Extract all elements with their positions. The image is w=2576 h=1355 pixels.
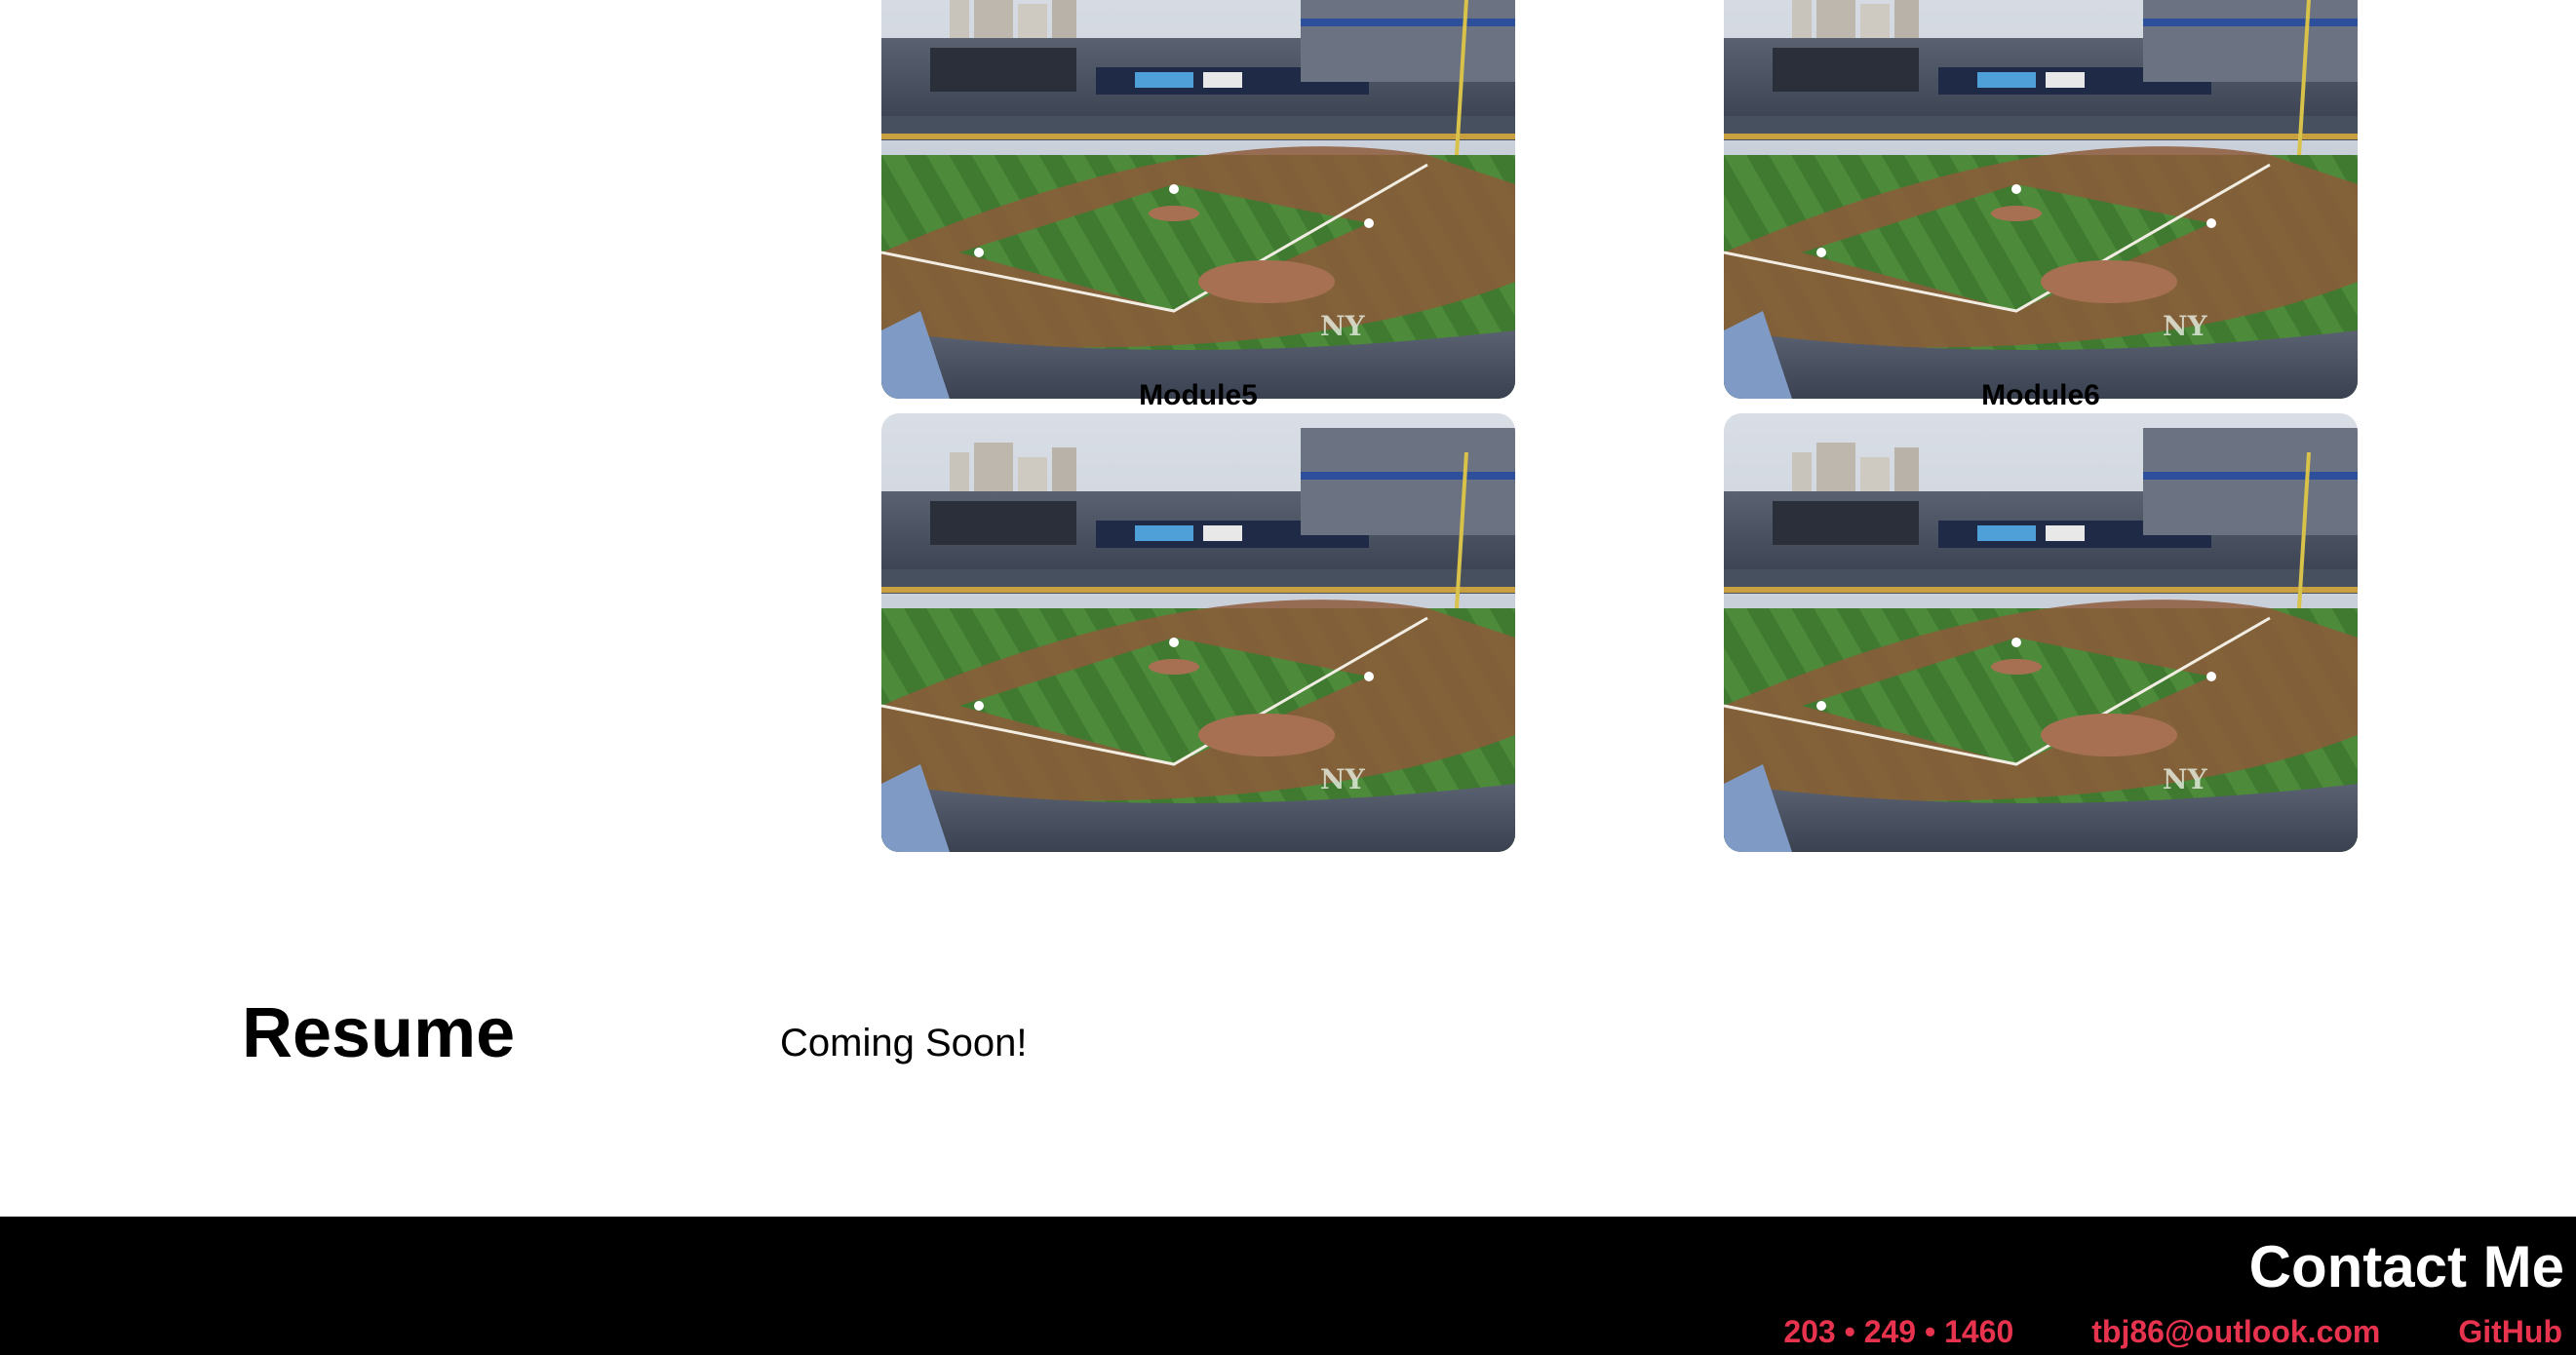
module-image[interactable]: NY (1724, 413, 2358, 852)
contact-links: 203 • 249 • 1460 tbj86@outlook.com GitHu… (1783, 1312, 2562, 1351)
module-title: Module5 (1139, 379, 1258, 411)
module-image[interactable]: NY (881, 413, 1515, 852)
github-link[interactable]: GitHub (2458, 1312, 2562, 1351)
stadium-illustration: NY (1724, 413, 2358, 852)
email-link[interactable]: tbj86@outlook.com (2091, 1312, 2380, 1351)
module-card-module6: Module6 NY (1724, 378, 2358, 852)
contact-heading: Contact Me (2248, 1234, 2564, 1299)
module-card-module5: Module5 NY (881, 378, 1515, 852)
phone-link[interactable]: 203 • 249 • 1460 (1783, 1312, 2013, 1351)
resume-status-text: Coming Soon! (780, 1022, 1028, 1065)
module-image[interactable]: NY (1724, 0, 2358, 399)
svg-text:NY: NY (2163, 310, 2208, 342)
svg-text:NY: NY (2163, 763, 2208, 795)
module-image[interactable]: NY (881, 0, 1515, 399)
contact-footer: Contact Me 203 • 249 • 1460 tbj86@outloo… (0, 1217, 2576, 1355)
stadium-illustration: NY (881, 0, 1515, 399)
svg-text:NY: NY (1320, 310, 1366, 342)
stadium-illustration: NY (1724, 0, 2358, 399)
module-card: NY (881, 0, 1515, 399)
module-title: Module6 (1981, 379, 2100, 411)
portfolio-page: NY NY Module5 NY Module6 NY Resume Comin… (0, 0, 2576, 1355)
svg-text:NY: NY (1320, 763, 1366, 795)
module-card: NY (1724, 0, 2358, 399)
stadium-illustration: NY (881, 413, 1515, 852)
resume-heading: Resume (242, 994, 516, 1072)
